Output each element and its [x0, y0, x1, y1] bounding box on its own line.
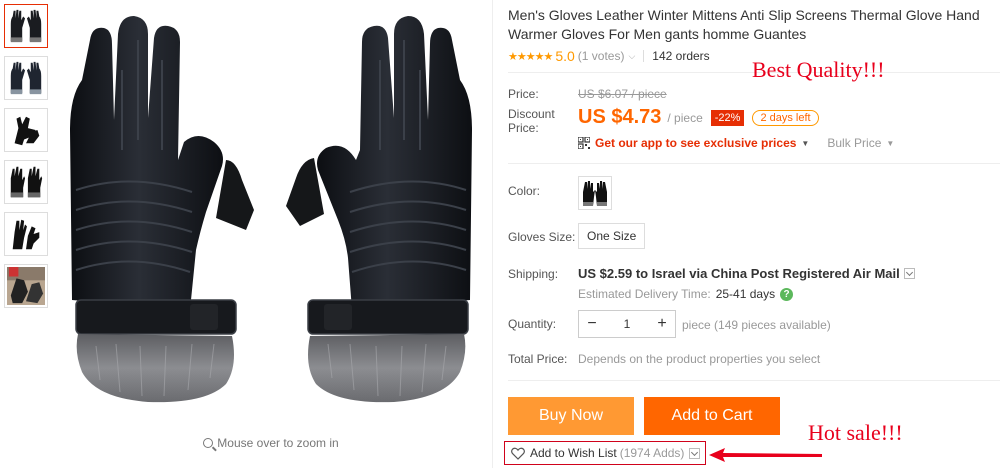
thumbnail-3[interactable]: [4, 108, 48, 152]
thumbnail-4[interactable]: [4, 160, 48, 204]
divider: [492, 0, 493, 468]
thumbnail-6[interactable]: [4, 264, 48, 308]
magnifier-icon: [203, 438, 214, 448]
shipping-method[interactable]: US $2.59 to Israel via China Post Regist…: [578, 266, 915, 281]
zoom-hint-text: Mouse over to zoom in: [217, 436, 339, 450]
discount-price: US $4.73: [578, 106, 662, 128]
caret-down-icon[interactable]: ▼: [886, 139, 894, 148]
dropdown-icon[interactable]: [689, 447, 701, 459]
total-price-label: Total Price:: [508, 352, 568, 366]
quantity-stepper: − +: [578, 310, 676, 338]
thumbnail-5[interactable]: [4, 212, 48, 256]
add-to-wishlist[interactable]: Add to Wish List (1974 Adds): [504, 441, 706, 465]
qr-code-icon: [578, 137, 590, 149]
hot-sale-annotation: Hot sale!!!: [808, 420, 903, 445]
shipping-method-text: US $2.59 to Israel via China Post Regist…: [578, 266, 900, 281]
discount-price-label: Discount Price:: [508, 107, 555, 135]
quantity-increase-button[interactable]: +: [649, 315, 675, 333]
delivery-estimate: Estimated Delivery Time: 25-41 days ?: [578, 287, 794, 301]
star-rating: ★★★★★: [508, 50, 553, 63]
quantity-label: Quantity:: [508, 317, 557, 331]
help-icon[interactable]: ?: [780, 287, 794, 301]
divider-line: [508, 380, 1000, 381]
app-promo-link[interactable]: Get our app to see exclusive prices: [595, 136, 796, 150]
bulk-price-link[interactable]: Bulk Price: [827, 136, 881, 150]
chevron-down-icon[interactable]: ⌵: [628, 51, 635, 62]
separator: [643, 50, 645, 62]
add-to-cart-button[interactable]: Add to Cart: [644, 397, 780, 435]
app-promo-row: Get our app to see exclusive prices ▼ Bu…: [578, 136, 894, 150]
quantity-decrease-button[interactable]: −: [579, 315, 605, 333]
total-price-value: Depends on the product properties you se…: [578, 352, 821, 366]
arrow-icon: [709, 448, 822, 462]
color-option[interactable]: [578, 176, 612, 210]
orders-count: 142 orders: [652, 49, 710, 63]
wishlist-label: Add to Wish List: [530, 446, 617, 460]
discount-badge: -22%: [710, 109, 745, 126]
wishlist-count: (1974 Adds): [619, 446, 685, 460]
original-price: US $6.07 / piece: [578, 87, 667, 101]
divider-line: [508, 163, 1000, 164]
dropdown-icon[interactable]: [903, 268, 915, 279]
best-quality-annotation: Best Quality!!!: [752, 57, 885, 82]
rating-row: ★★★★★ 5.0 (1 votes) ⌵ 142 orders: [508, 48, 710, 64]
thumbnail-1[interactable]: [4, 4, 48, 48]
days-left-badge: 2 days left: [752, 109, 819, 126]
price-label: Price:: [508, 87, 539, 101]
thumbnail-2[interactable]: [4, 56, 48, 100]
product-title: Men's Gloves Leather Winter Mittens Anti…: [508, 7, 980, 42]
size-label: Gloves Size:: [508, 230, 576, 244]
product-main-image[interactable]: [56, 0, 486, 430]
discount-row: US $4.73 / piece -22% 2 days left: [578, 106, 819, 129]
delivery-estimate-label: Estimated Delivery Time:: [578, 287, 711, 301]
delivery-estimate-value: 25-41 days: [715, 287, 776, 301]
caret-down-icon[interactable]: ▼: [801, 139, 809, 148]
quantity-input[interactable]: [605, 317, 649, 331]
buy-now-button[interactable]: Buy Now: [508, 397, 634, 435]
rating-score: 5.0: [555, 48, 575, 64]
shipping-label: Shipping:: [508, 267, 559, 281]
color-label: Color:: [508, 184, 541, 198]
size-option[interactable]: One Size: [578, 223, 646, 249]
zoom-hint: Mouse over to zoom in: [56, 436, 486, 450]
rating-votes[interactable]: (1 votes): [578, 49, 625, 63]
quantity-available: piece (149 pieces available): [682, 318, 831, 332]
heart-icon: [511, 447, 525, 460]
price-unit: / piece: [667, 110, 703, 125]
thumbnail-list: [4, 4, 50, 316]
